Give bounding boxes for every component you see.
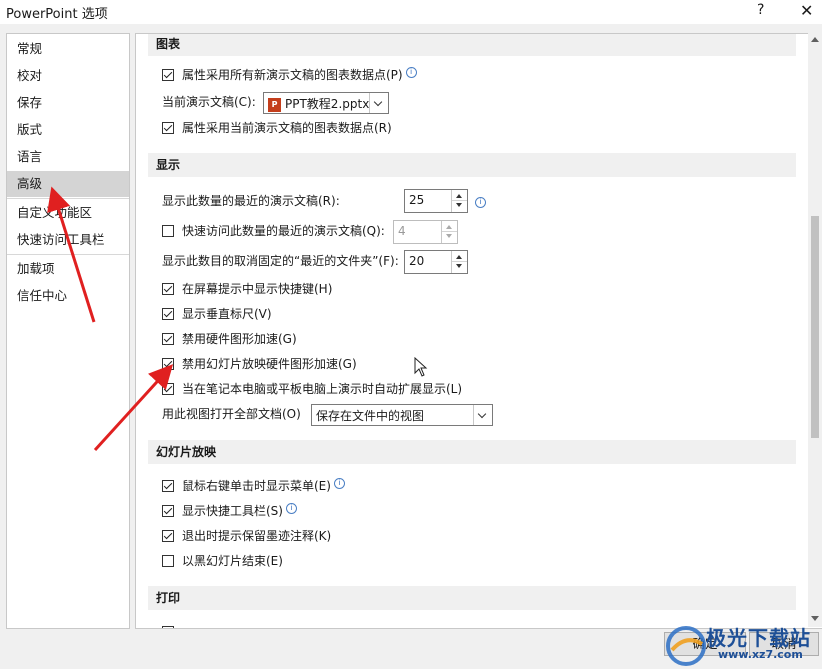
open-view-value: 保存在文件中的视图 <box>316 409 425 423</box>
open-view-label: 用此视图打开全部文档(O) <box>162 407 301 421</box>
option-label: 在屏幕提示中显示快捷键(H) <box>182 282 333 296</box>
info-icon: i <box>333 478 345 489</box>
section-display-title: 显示 <box>148 153 796 177</box>
checkbox[interactable] <box>162 555 174 567</box>
quick-access-value: 4 <box>398 224 406 238</box>
current-doc-value: PPT教程2.pptx <box>285 97 370 111</box>
window-title: PowerPoint 选项 <box>6 7 108 22</box>
watermark-url: www.xz7.com <box>718 648 803 661</box>
watermark-text: 极光下载站 <box>706 626 811 650</box>
sidebar-item-quick-access-toolbar[interactable]: 快速访问工具栏 <box>7 227 129 253</box>
checkbox[interactable] <box>162 283 174 295</box>
spin-up-icon[interactable] <box>456 194 462 198</box>
checkbox[interactable] <box>162 358 174 370</box>
info-icon: i <box>405 67 417 78</box>
checkbox[interactable] <box>162 480 174 492</box>
quick-access-spinner: 4 <box>393 220 458 244</box>
checkbox[interactable] <box>162 122 174 134</box>
recent-count-value: 25 <box>409 193 425 207</box>
sidebar-item-language[interactable]: 语言 <box>7 144 129 170</box>
checkbox[interactable] <box>162 308 174 320</box>
current-doc-label: 当前演示文稿(C): <box>162 95 256 109</box>
sidebar-item-general[interactable]: 常规 <box>7 36 129 62</box>
sidebar-item-trust-center[interactable]: 信任中心 <box>7 283 129 309</box>
spin-up-icon[interactable] <box>456 255 462 259</box>
mouse-cursor-icon <box>414 357 428 377</box>
checkbox[interactable] <box>162 225 174 237</box>
info-icon: i <box>475 197 486 208</box>
unpinned-folders-spinner[interactable]: 20 <box>404 250 468 274</box>
option-label: 退出时提示保留墨迹注释(K) <box>182 529 332 543</box>
help-button[interactable]: ? <box>757 2 764 18</box>
checkbox[interactable] <box>162 69 174 81</box>
info-icon: i <box>285 503 297 514</box>
spin-up-icon <box>446 225 452 229</box>
options-content: 图表 属性采用所有新演示文稿的图表数据点(P) i 当前演示文稿(C): P PPT… <box>135 33 822 629</box>
checkbox[interactable] <box>162 626 174 628</box>
option-label: 显示垂直标尺(V) <box>182 307 272 321</box>
watermark-logo-icon <box>666 626 706 666</box>
scroll-down-icon[interactable] <box>811 616 819 621</box>
chevron-down-icon[interactable] <box>473 405 492 425</box>
spin-down-icon[interactable] <box>456 203 462 207</box>
title-bar: PowerPoint 选项 ? ✕ <box>0 0 822 24</box>
scroll-up-icon[interactable] <box>811 37 819 42</box>
section-chart-title: 图表 <box>148 34 796 56</box>
scrollbar-thumb[interactable] <box>811 216 819 438</box>
current-doc-select[interactable]: P PPT教程2.pptx <box>263 92 389 114</box>
sidebar-item-layout[interactable]: 版式 <box>7 117 129 143</box>
option-label: 禁用幻灯片放映硬件图形加速(G) <box>182 357 357 371</box>
sidebar-item-proofing[interactable]: 校对 <box>7 63 129 89</box>
spin-down-icon[interactable] <box>456 264 462 268</box>
option-label: 显示快捷工具栏(S) <box>182 504 283 518</box>
spin-down-icon <box>446 234 452 238</box>
checkbox[interactable] <box>162 383 174 395</box>
sidebar-item-addins[interactable]: 加载项 <box>7 256 129 282</box>
unpinned-folders-label: 显示此数目的取消固定的“最近的文件夹”(F): <box>162 254 399 268</box>
sidebar-divider <box>7 254 129 255</box>
option-label: 快速访问此数量的最近的演示文稿(Q): <box>182 224 385 238</box>
option-label: 禁用硬件图形加速(G) <box>182 332 297 346</box>
unpinned-folders-value: 20 <box>409 254 425 268</box>
recent-count-label: 显示此数量的最近的演示文稿(R): <box>162 194 340 208</box>
checkbox[interactable] <box>162 333 174 345</box>
powerpoint-file-icon: P <box>268 97 281 112</box>
recent-count-spinner[interactable]: 25 <box>404 189 468 213</box>
section-slideshow-title: 幻灯片放映 <box>148 440 796 464</box>
option-label: 鼠标右键单击时显示菜单(E) <box>182 479 331 493</box>
sidebar-item-customize-ribbon[interactable]: 自定义功能区 <box>7 200 129 226</box>
option-label: 当在笔记本电脑或平板电脑上演示时自动扩展显示(L) <box>182 382 463 396</box>
checkbox[interactable] <box>162 530 174 542</box>
sidebar-item-advanced[interactable]: 高级 <box>7 171 129 197</box>
chevron-down-icon[interactable] <box>369 93 388 113</box>
checkbox[interactable] <box>162 505 174 517</box>
sidebar-item-save[interactable]: 保存 <box>7 90 129 116</box>
option-label: 属性采用当前演示文稿的图表数据点(R) <box>182 121 392 135</box>
section-print-title: 打印 <box>148 586 796 610</box>
vertical-scrollbar[interactable] <box>808 33 822 627</box>
sidebar-divider <box>7 198 129 199</box>
open-view-select[interactable]: 保存在文件中的视图 <box>311 404 493 426</box>
option-label: 属性采用所有新演示文稿的图表数据点(P) <box>182 68 403 82</box>
option-chart-all-new: 属性采用所有新演示文稿的图表数据点(P) i <box>136 65 796 85</box>
option-label: 以黑幻灯片结束(E) <box>182 554 283 568</box>
sidebar: 常规 校对 保存 版式 语言 高级 自定义功能区 快速访问工具栏 加载项 信任中… <box>6 33 130 629</box>
close-button[interactable]: ✕ <box>800 1 813 20</box>
